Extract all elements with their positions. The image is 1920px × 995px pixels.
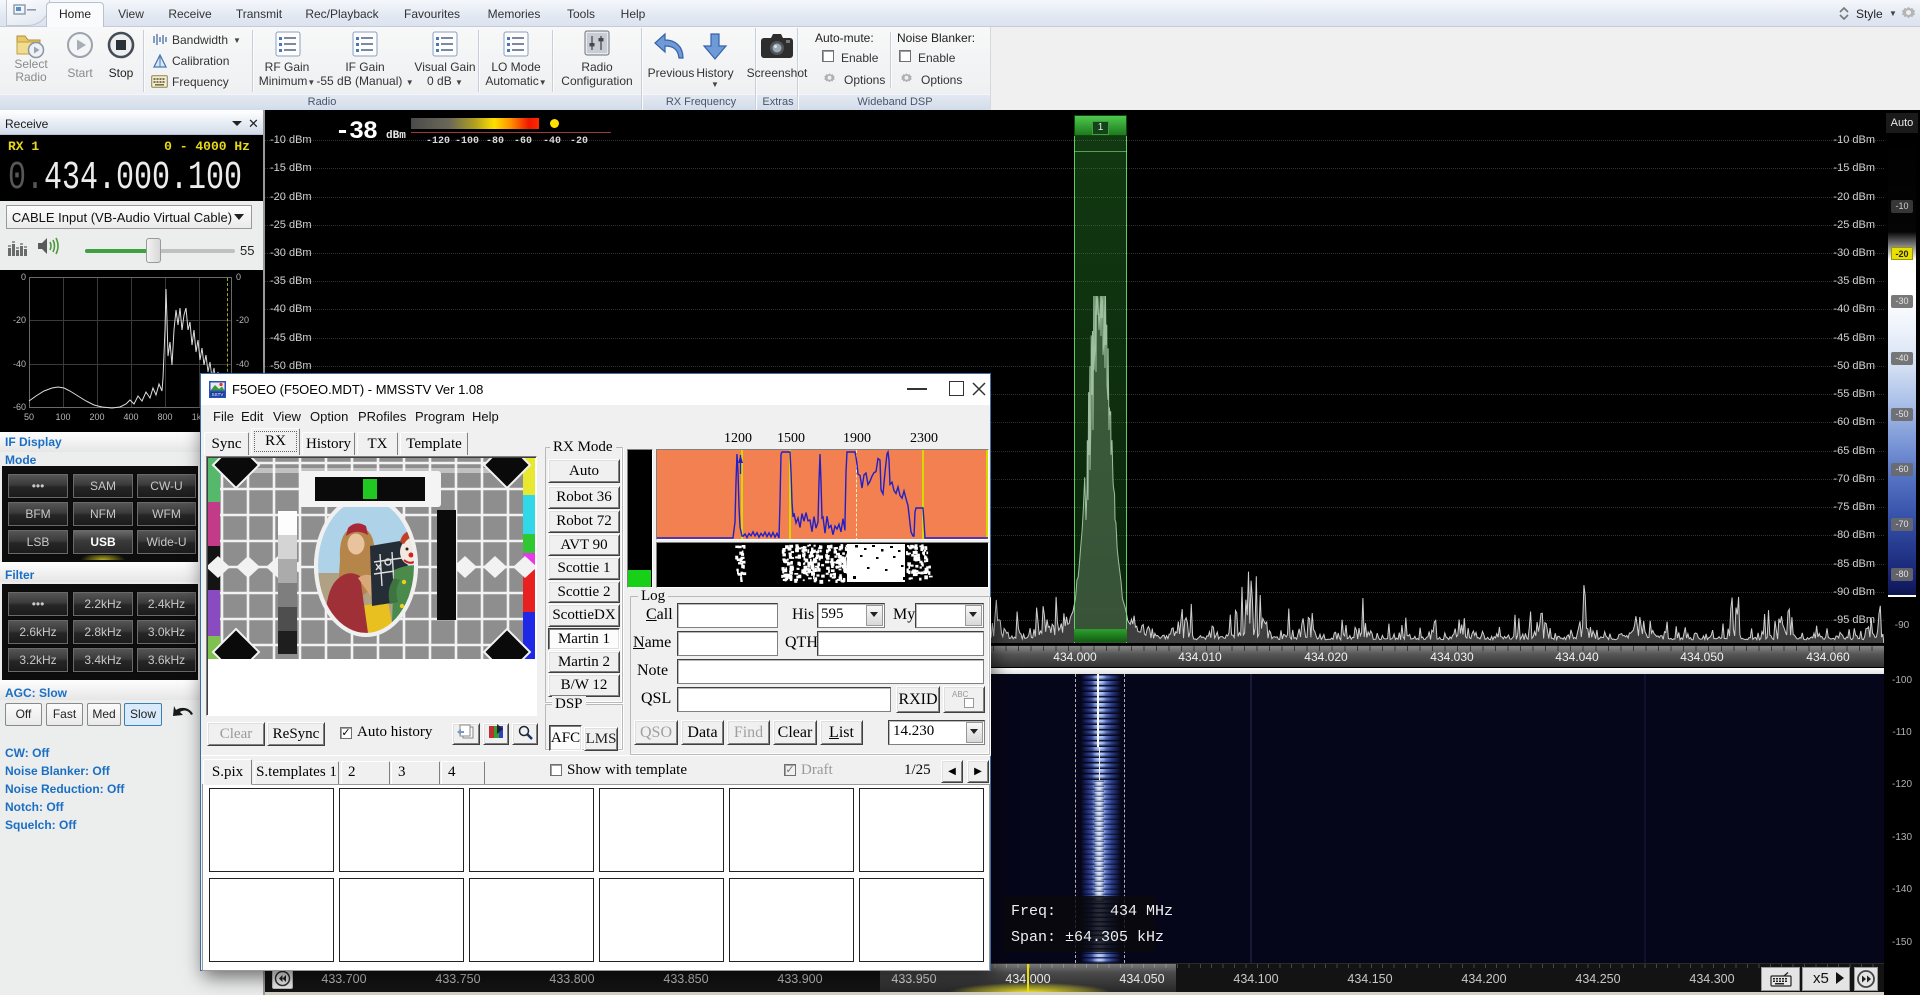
svg-text:SSTV: SSTV (212, 392, 224, 397)
